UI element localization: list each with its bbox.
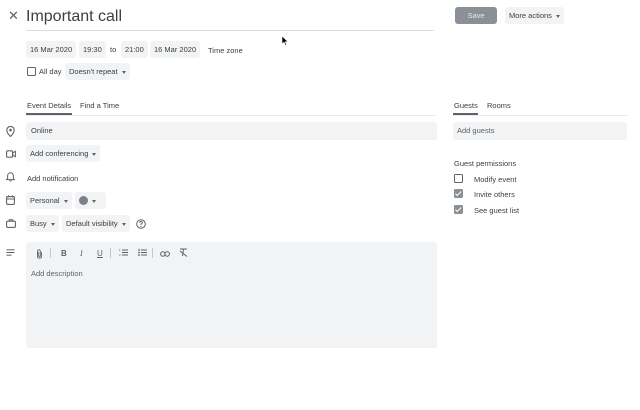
repeat-label: Doesn't repeat — [69, 67, 118, 76]
underline-icon[interactable]: U — [97, 249, 103, 258]
calendar-dropdown[interactable]: Personal — [26, 192, 72, 209]
more-actions-label: More actions — [509, 11, 552, 20]
repeat-dropdown[interactable]: Doesn't repeat — [65, 63, 130, 80]
invite-others-label: Invite others — [474, 190, 515, 199]
briefcase-icon — [6, 219, 16, 230]
location-pin-icon — [6, 125, 15, 139]
visibility-dropdown[interactable]: Default visibility — [62, 215, 130, 232]
bold-icon[interactable]: B — [61, 249, 67, 258]
chevron-down-icon — [50, 222, 55, 226]
link-icon[interactable] — [160, 250, 170, 259]
tab-event-details[interactable]: Event Details — [27, 101, 71, 110]
more-actions-button[interactable]: More actions — [505, 7, 564, 24]
chevron-down-icon — [63, 199, 68, 203]
to-label: to — [110, 45, 117, 54]
description-editor[interactable] — [26, 242, 437, 348]
end-date-button[interactable]: 16 Mar 2020 — [150, 41, 201, 58]
add-conferencing-label: Add conferencing — [30, 149, 89, 158]
guests-tabs-divider — [453, 115, 627, 116]
tab-rooms[interactable]: Rooms — [487, 101, 511, 110]
all-day-label: All day — [39, 67, 62, 76]
toolbar-divider — [50, 248, 51, 258]
location-input[interactable]: Online — [26, 122, 437, 140]
attachment-icon[interactable] — [36, 249, 43, 261]
calendar-icon — [6, 195, 15, 207]
end-date-label: 16 Mar 2020 — [154, 45, 197, 54]
add-guests-placeholder: Add guests — [457, 126, 495, 135]
color-swatch-icon — [79, 195, 88, 205]
end-time-button[interactable]: 21:00 — [121, 41, 148, 58]
chevron-down-icon — [92, 152, 97, 156]
chevron-down-icon — [121, 222, 126, 226]
italic-icon[interactable]: I — [80, 249, 83, 258]
timezone-link[interactable]: Time zone — [208, 46, 243, 55]
start-date-button[interactable]: 16 Mar 2020 — [26, 41, 77, 58]
start-date-label: 16 Mar 2020 — [30, 45, 73, 54]
bell-icon — [5, 172, 16, 184]
tab-find-a-time[interactable]: Find a Time — [80, 101, 119, 110]
visibility-label: Default visibility — [66, 219, 118, 228]
bulleted-list-icon[interactable] — [138, 248, 147, 259]
chevron-down-icon — [92, 199, 96, 203]
mouse-cursor-icon — [281, 35, 289, 48]
event-title-input[interactable]: Important call — [26, 6, 434, 31]
add-notification-link[interactable]: Add notification — [27, 174, 78, 183]
see-guest-list-checkbox[interactable] — [454, 205, 463, 214]
description-placeholder: Add description — [31, 269, 83, 278]
tabs-divider — [26, 115, 436, 116]
start-time-label: 19:30 — [83, 45, 102, 54]
modify-event-label: Modify event — [474, 175, 517, 184]
add-guests-input[interactable]: Add guests — [453, 122, 627, 140]
event-color-dropdown[interactable] — [75, 192, 106, 209]
availability-label: Busy — [30, 219, 47, 228]
svg-text:1: 1 — [119, 248, 121, 252]
start-time-button[interactable]: 19:30 — [79, 41, 106, 58]
video-camera-icon — [6, 150, 16, 160]
chevron-down-icon — [121, 70, 126, 74]
toolbar-divider — [110, 248, 111, 258]
description-lines-icon — [6, 249, 15, 258]
availability-dropdown[interactable]: Busy — [26, 215, 59, 232]
modify-event-checkbox[interactable] — [454, 174, 463, 183]
tab-guests[interactable]: Guests — [454, 101, 478, 110]
help-icon[interactable] — [136, 219, 146, 231]
close-icon[interactable]: ✕ — [8, 9, 19, 22]
location-value: Online — [31, 126, 53, 135]
numbered-list-icon[interactable]: 12 — [119, 248, 128, 259]
event-title-text: Important call — [26, 8, 123, 25]
toolbar-divider — [152, 248, 153, 258]
add-conferencing-button[interactable]: Add conferencing — [26, 145, 101, 162]
chevron-down-icon — [555, 14, 560, 18]
see-guest-list-label: See guest list — [474, 206, 520, 215]
guest-permissions-title: Guest permissions — [454, 159, 517, 168]
svg-text:2: 2 — [119, 253, 121, 257]
clear-formatting-icon[interactable] — [179, 248, 188, 259]
invite-others-checkbox[interactable] — [454, 189, 463, 198]
save-button[interactable]: Save — [455, 7, 497, 24]
all-day-checkbox[interactable] — [27, 67, 36, 76]
end-time-label: 21:00 — [125, 45, 144, 54]
save-button-label: Save — [467, 11, 485, 20]
calendar-label: Personal — [30, 196, 60, 205]
